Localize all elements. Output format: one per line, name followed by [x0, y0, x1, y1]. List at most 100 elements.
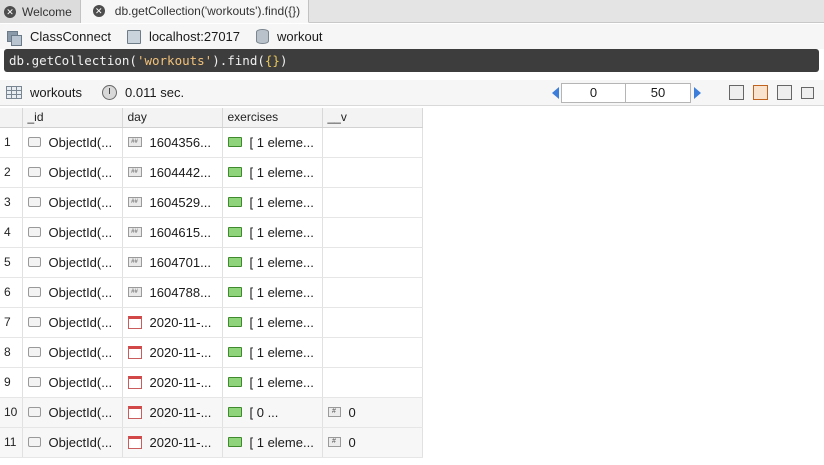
table-header-row: _id day exercises __v	[0, 108, 423, 128]
text-view-icon[interactable]	[777, 85, 792, 100]
table-row[interactable]: 9 ObjectId(... 2020-11-... [ 1 eleme...	[0, 367, 423, 398]
array-type-icon	[227, 317, 242, 327]
close-icon[interactable]: ✕	[92, 5, 105, 17]
cell-day[interactable]: ## 1604442...	[122, 157, 223, 188]
previous-page-button[interactable]	[549, 83, 561, 103]
cell-v[interactable]	[322, 187, 423, 218]
objectid-type-icon	[27, 167, 41, 177]
cell-exercises[interactable]: [ 1 eleme...	[222, 187, 323, 218]
limit-input[interactable]: 50	[626, 83, 691, 103]
cell-day[interactable]: 2020-11-...	[122, 427, 223, 458]
cell-exercises[interactable]: [ 1 eleme...	[222, 157, 323, 188]
cell-exercises[interactable]: [ 1 eleme...	[222, 427, 323, 458]
table-row[interactable]: 7 ObjectId(... 2020-11-... [ 1 eleme...	[0, 307, 423, 338]
column-header-v[interactable]: __v	[322, 108, 423, 128]
query-prefix: db.getCollection(	[9, 53, 137, 68]
exercises-value: [ 1 eleme...	[249, 194, 314, 210]
exercises-value: [ 1 eleme...	[249, 224, 314, 240]
cell-v[interactable]: #0	[322, 397, 423, 428]
table-row[interactable]: 6 ObjectId(... ## 1604788... [ 1 eleme...	[0, 277, 423, 308]
cell-id[interactable]: ObjectId(...	[22, 367, 123, 398]
connection-host[interactable]: localhost:27017	[126, 29, 240, 44]
connection-database[interactable]: workout	[256, 29, 323, 44]
cell-day[interactable]: ## 1604788...	[122, 277, 223, 308]
table-row[interactable]: 1 ObjectId(... ## 1604356... [ 1 eleme...	[0, 127, 423, 158]
cell-id[interactable]: ObjectId(...	[22, 247, 123, 278]
cell-day[interactable]: 2020-11-...	[122, 367, 223, 398]
cell-v[interactable]	[322, 127, 423, 158]
table-row[interactable]: 10 ObjectId(... 2020-11-... [ 0 ... #0	[0, 397, 423, 428]
objectid-type-icon	[27, 437, 41, 447]
cell-exercises[interactable]: [ 1 eleme...	[222, 307, 323, 338]
column-header-id[interactable]: _id	[22, 108, 123, 128]
day-value: 1604615...	[149, 224, 211, 240]
table-row[interactable]: 3 ObjectId(... ## 1604529... [ 1 eleme...	[0, 187, 423, 218]
cell-v[interactable]	[322, 277, 423, 308]
cell-v[interactable]	[322, 307, 423, 338]
table-row[interactable]: 8 ObjectId(... 2020-11-... [ 1 eleme...	[0, 337, 423, 368]
cell-day[interactable]: 2020-11-...	[122, 397, 223, 428]
array-type-icon	[227, 257, 242, 267]
skip-input[interactable]: 0	[561, 83, 626, 103]
cell-v[interactable]	[322, 337, 423, 368]
cell-exercises[interactable]: [ 1 eleme...	[222, 247, 323, 278]
table-row[interactable]: 5 ObjectId(... ## 1604701... [ 1 eleme...	[0, 247, 423, 278]
id-value: ObjectId(...	[48, 224, 113, 240]
exercises-value: [ 1 eleme...	[249, 314, 314, 330]
cell-id[interactable]: ObjectId(...	[22, 127, 123, 158]
cell-v[interactable]	[322, 367, 423, 398]
table-row[interactable]: 11 ObjectId(... 2020-11-... [ 1 eleme... #0	[0, 427, 423, 458]
next-page-button[interactable]	[691, 83, 703, 103]
day-value: 1604442...	[149, 164, 211, 180]
column-header-exercises[interactable]: exercises	[222, 108, 323, 128]
cell-id[interactable]: ObjectId(...	[22, 307, 123, 338]
tab-welcome[interactable]: ✕ Welcome	[0, 0, 81, 23]
cell-exercises[interactable]: [ 1 eleme...	[222, 277, 323, 308]
cell-id[interactable]: ObjectId(...	[22, 427, 123, 458]
array-type-icon	[227, 437, 242, 447]
cell-id[interactable]: ObjectId(...	[22, 397, 123, 428]
cell-id[interactable]: ObjectId(...	[22, 187, 123, 218]
cell-id[interactable]: ObjectId(...	[22, 277, 123, 308]
exercises-value: [ 1 eleme...	[249, 374, 314, 390]
id-value: ObjectId(...	[48, 194, 113, 210]
cell-day[interactable]: 2020-11-...	[122, 337, 223, 368]
tree-view-icon[interactable]	[729, 85, 744, 100]
cell-v[interactable]	[322, 217, 423, 248]
cell-day[interactable]: ## 1604356...	[122, 127, 223, 158]
v-value: 0	[348, 404, 356, 420]
cell-exercises[interactable]: [ 1 eleme...	[222, 127, 323, 158]
date-type-icon	[127, 405, 142, 419]
cell-exercises[interactable]: [ 1 eleme...	[222, 337, 323, 368]
cell-exercises[interactable]: [ 1 eleme...	[222, 217, 323, 248]
close-icon[interactable]: ✕	[4, 5, 16, 18]
cell-exercises[interactable]: [ 0 ...	[222, 397, 323, 428]
tab-query[interactable]: ✕ db.getCollection('workouts').find({})	[80, 0, 310, 23]
connection-name[interactable]: ClassConnect	[6, 29, 111, 46]
cell-v[interactable]	[322, 157, 423, 188]
server-icon	[126, 29, 141, 44]
cell-day[interactable]: ## 1604701...	[122, 247, 223, 278]
table-row[interactable]: 4 ObjectId(... ## 1604615... [ 1 eleme...	[0, 217, 423, 248]
cell-id[interactable]: ObjectId(...	[22, 217, 123, 248]
table-row[interactable]: 2 ObjectId(... ## 1604442... [ 1 eleme...	[0, 157, 423, 188]
custom-view-icon[interactable]	[801, 86, 814, 99]
cell-exercises[interactable]: [ 1 eleme...	[222, 367, 323, 398]
query-editor[interactable]: db.getCollection('workouts').find({})	[4, 49, 819, 72]
pagination: 0 50	[549, 83, 703, 103]
cell-v[interactable]: #0	[322, 427, 423, 458]
arrow-left-icon	[551, 87, 559, 99]
column-header-day[interactable]: day	[122, 108, 223, 128]
cell-id[interactable]: ObjectId(...	[22, 157, 123, 188]
number-type-icon: ##	[127, 257, 142, 267]
cell-v[interactable]	[322, 247, 423, 278]
cell-id[interactable]: ObjectId(...	[22, 337, 123, 368]
day-value: 1604356...	[149, 134, 211, 150]
cell-day[interactable]: 2020-11-...	[122, 307, 223, 338]
array-type-icon	[227, 407, 242, 417]
exercises-value: [ 1 eleme...	[249, 134, 314, 150]
view-mode-buttons	[729, 85, 814, 100]
cell-day[interactable]: ## 1604615...	[122, 217, 223, 248]
cell-day[interactable]: ## 1604529...	[122, 187, 223, 218]
table-view-icon[interactable]	[753, 85, 768, 100]
